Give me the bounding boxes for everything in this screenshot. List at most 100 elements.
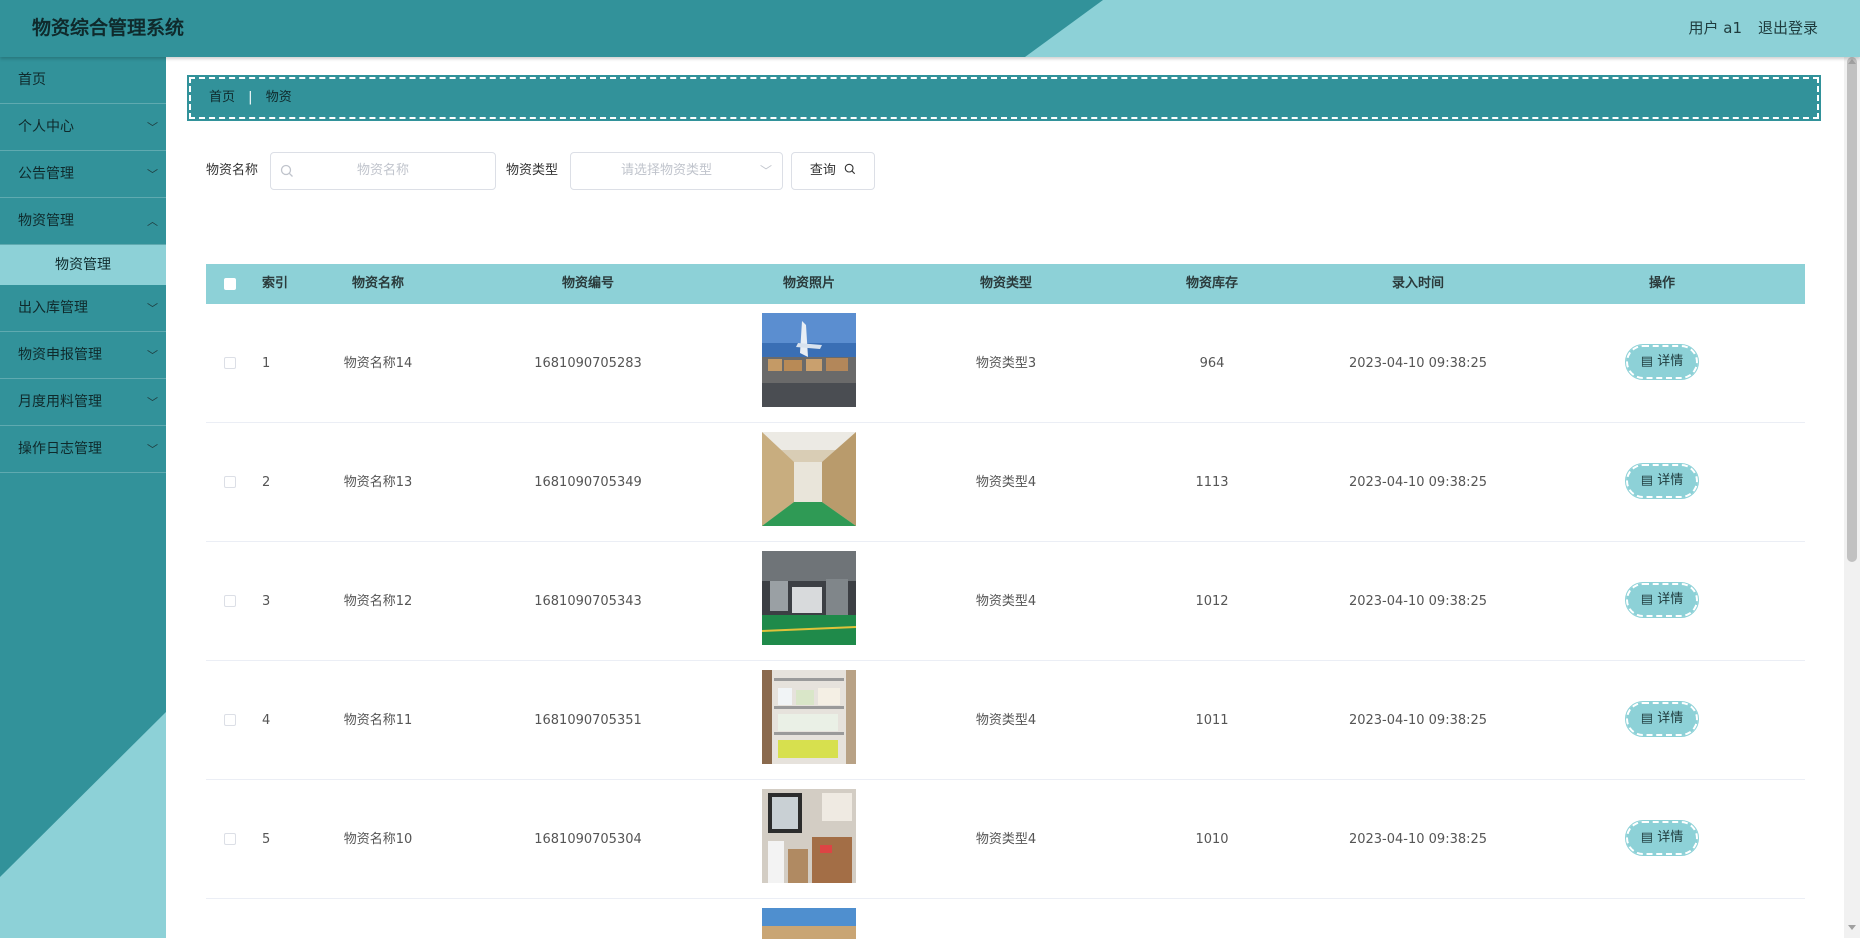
document-icon: ▤ bbox=[1640, 592, 1654, 607]
chevron-down-icon: ﹀ bbox=[759, 164, 772, 178]
row-code: 1681090705349 bbox=[534, 475, 642, 490]
row-code: 1681090705283 bbox=[534, 356, 642, 371]
sidebar-item-label: 物资管理 bbox=[18, 213, 74, 229]
row-stock: 1012 bbox=[1195, 594, 1229, 609]
row-name: 物资名称12 bbox=[343, 594, 413, 609]
table-header: 索引 物资名称 物资编号 物资照片 物资类型 物资库存 录入时间 操作 bbox=[206, 264, 1805, 304]
material-type-label: 物资类型 bbox=[506, 163, 559, 178]
row-name: 物资名称14 bbox=[343, 356, 413, 371]
material-type-select[interactable]: 请选择物资类型 ﹀ bbox=[570, 152, 783, 190]
sidebar-menu: 首页 个人中心 ﹀ 公告管理 ﹀ 物资管理 ︿ 物资管理 出入库管理 ﹀ 物资申… bbox=[0, 57, 166, 473]
row-index: 4 bbox=[262, 713, 271, 728]
material-photo-image bbox=[762, 789, 856, 883]
row-checkbox[interactable] bbox=[224, 714, 236, 726]
chevron-down-icon: ﹀ bbox=[147, 121, 158, 134]
sidebar-item-label: 操作日志管理 bbox=[18, 441, 102, 457]
scroll-up-arrow-icon[interactable] bbox=[1848, 59, 1856, 64]
row-photo[interactable] bbox=[762, 789, 856, 883]
chevron-down-icon: ﹀ bbox=[147, 302, 158, 315]
breadcrumb-current: 物资 bbox=[265, 90, 292, 105]
row-stock: 1010 bbox=[1195, 832, 1229, 847]
table-row: 1 物资名称14 1681090705283 物资类型3 964 2023-04… bbox=[206, 304, 1805, 423]
row-time: 2023-04-10 09:38:25 bbox=[1348, 475, 1488, 490]
row-checkbox[interactable] bbox=[224, 476, 236, 488]
column-header-stock-text: 物资库存 bbox=[1186, 276, 1239, 291]
row-type: 物资类型4 bbox=[975, 594, 1037, 609]
material-photo-image bbox=[762, 551, 856, 645]
row-name: 物资名称13 bbox=[343, 475, 413, 490]
row-type: 物资类型4 bbox=[975, 475, 1037, 490]
breadcrumb-home[interactable]: 首页 bbox=[209, 90, 235, 105]
row-code: 1681090705351 bbox=[534, 713, 642, 728]
row-index: 5 bbox=[262, 832, 271, 847]
detail-button[interactable]: ▤ 详情 bbox=[1625, 820, 1699, 856]
sidebar-item-inout-management[interactable]: 出入库管理 ﹀ bbox=[0, 285, 166, 332]
breadcrumb-separator: | bbox=[248, 90, 253, 105]
row-checkbox[interactable] bbox=[224, 833, 236, 845]
current-user-label: 用户 a1 bbox=[1688, 19, 1742, 37]
row-stock: 1113 bbox=[1195, 475, 1229, 490]
select-all-checkbox[interactable] bbox=[224, 278, 236, 290]
detail-button-label: 详情 bbox=[1657, 830, 1684, 845]
row-time: 2023-04-10 09:38:25 bbox=[1348, 356, 1488, 371]
search-icon bbox=[844, 163, 856, 175]
sidebar-item-operation-log[interactable]: 操作日志管理 ﹀ bbox=[0, 426, 166, 473]
detail-button[interactable]: ▤ 详情 bbox=[1625, 344, 1699, 380]
row-photo[interactable] bbox=[762, 313, 856, 407]
app-title: 物资综合管理系统 bbox=[32, 17, 185, 39]
row-type: 物资类型3 bbox=[975, 356, 1037, 371]
row-photo[interactable] bbox=[762, 670, 856, 764]
query-button[interactable]: 查询 bbox=[791, 152, 875, 190]
row-code: 1681090705343 bbox=[534, 594, 642, 609]
detail-button[interactable]: ▤ 详情 bbox=[1625, 701, 1699, 737]
scroll-down-arrow-icon[interactable] bbox=[1848, 925, 1856, 930]
detail-button[interactable]: ▤ 详情 bbox=[1625, 463, 1699, 499]
sidebar-item-declaration-management[interactable]: 物资申报管理 ﹀ bbox=[0, 332, 166, 379]
column-header-index: 索引 bbox=[262, 276, 289, 291]
detail-button[interactable]: ▤ 详情 bbox=[1625, 582, 1699, 618]
sidebar-item-home[interactable]: 首页 bbox=[0, 57, 166, 104]
row-photo[interactable] bbox=[762, 908, 856, 939]
material-type-placeholder: 请选择物资类型 bbox=[620, 163, 712, 178]
main-content: 首页 | 物资 物资名称 物资名称 物资类型 请选择物资类型 ﹀ 查询 索引 物… bbox=[166, 57, 1840, 939]
chevron-down-icon: ﹀ bbox=[147, 349, 158, 362]
row-photo[interactable] bbox=[762, 432, 856, 526]
material-photo-image bbox=[762, 670, 856, 764]
sidebar-item-monthly-material[interactable]: 月度用料管理 ﹀ bbox=[0, 379, 166, 426]
row-time: 2023-04-10 09:38:25 bbox=[1348, 713, 1488, 728]
material-photo-image bbox=[762, 908, 856, 939]
row-type: 物资类型4 bbox=[975, 832, 1037, 847]
detail-button-label: 详情 bbox=[1657, 473, 1684, 488]
row-time: 2023-04-10 09:38:25 bbox=[1348, 594, 1488, 609]
sidebar-item-label: 月度用料管理 bbox=[18, 394, 102, 410]
sidebar-item-notice-management[interactable]: 公告管理 ﹀ bbox=[0, 151, 166, 198]
breadcrumb: 首页 | 物资 bbox=[187, 75, 1821, 121]
row-index: 2 bbox=[262, 475, 271, 490]
row-stock: 964 bbox=[1199, 356, 1225, 371]
scrollbar-thumb[interactable] bbox=[1847, 57, 1857, 562]
chevron-down-icon: ﹀ bbox=[147, 168, 158, 181]
sidebar-item-label: 物资申报管理 bbox=[18, 347, 102, 363]
sidebar-subitem-material-management[interactable]: 物资管理 bbox=[0, 245, 166, 285]
chevron-down-icon: ﹀ bbox=[147, 396, 158, 409]
sidebar-item-label: 个人中心 bbox=[18, 119, 74, 135]
row-code: 1681090705304 bbox=[534, 832, 642, 847]
sidebar-item-material-management[interactable]: 物资管理 ︿ bbox=[0, 198, 166, 245]
column-header-time-text: 录入时间 bbox=[1392, 276, 1445, 291]
sidebar-item-personal-center[interactable]: 个人中心 ﹀ bbox=[0, 104, 166, 151]
top-header: 物资综合管理系统 用户 a1 退出登录 bbox=[0, 0, 1860, 57]
column-header-actions-text: 操作 bbox=[1649, 276, 1676, 291]
document-icon: ▤ bbox=[1640, 473, 1654, 488]
row-checkbox[interactable] bbox=[224, 357, 236, 369]
row-photo[interactable] bbox=[762, 551, 856, 645]
sidebar: 首页 个人中心 ﹀ 公告管理 ﹀ 物资管理 ︿ 物资管理 出入库管理 ﹀ 物资申… bbox=[0, 57, 166, 938]
material-name-input[interactable]: 物资名称 bbox=[270, 152, 496, 190]
sidebar-subitem-label: 物资管理 bbox=[55, 257, 111, 273]
column-header-photo-text: 物资照片 bbox=[783, 276, 836, 291]
row-name: 物资名称10 bbox=[343, 832, 413, 847]
detail-button-label: 详情 bbox=[1657, 711, 1684, 726]
row-time: 2023-04-10 09:38:25 bbox=[1348, 832, 1488, 847]
document-icon: ▤ bbox=[1640, 711, 1654, 726]
logout-link[interactable]: 退出登录 bbox=[1758, 0, 1818, 57]
row-checkbox[interactable] bbox=[224, 595, 236, 607]
